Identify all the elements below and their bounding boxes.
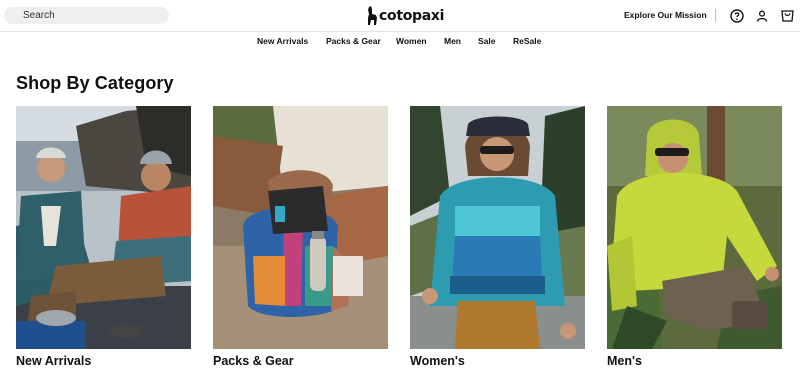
nav-packs-gear[interactable]: Packs & Gear — [326, 36, 381, 46]
help-button[interactable] — [729, 8, 745, 24]
cart-button[interactable] — [779, 8, 795, 24]
category-card-packs-gear[interactable]: Packs & Gear — [213, 106, 388, 368]
backpack-photo — [213, 106, 388, 349]
search-input[interactable] — [4, 7, 169, 24]
category-card-mens[interactable]: Men's — [607, 106, 782, 368]
llama-logo-icon — [368, 6, 377, 25]
category-card-womens[interactable]: Women's — [410, 106, 585, 368]
nav-men[interactable]: Men — [444, 36, 461, 46]
woman-fleece-photo — [410, 106, 585, 349]
divider — [715, 9, 716, 22]
category-label: Women's — [410, 354, 465, 368]
user-icon — [756, 10, 768, 22]
logo[interactable]: cotopaxi — [366, 5, 444, 27]
campfire-couple-photo — [16, 106, 191, 349]
header-divider — [0, 31, 800, 32]
help-circle-icon — [730, 9, 744, 23]
account-button[interactable] — [754, 8, 770, 24]
page-title: Shop By Category — [16, 73, 174, 93]
explore-mission-link[interactable]: Explore Our Mission — [624, 10, 707, 20]
nav-women[interactable]: Women — [396, 36, 427, 46]
category-label: Packs & Gear — [213, 354, 294, 368]
main-nav: New Arrivals Packs & Gear Women Men Sale… — [0, 36, 800, 48]
man-jacket-photo — [607, 106, 782, 349]
bag-icon — [780, 10, 794, 22]
category-label: Men's — [607, 354, 642, 368]
nav-sale[interactable]: Sale — [478, 36, 496, 46]
nav-new-arrivals[interactable]: New Arrivals — [257, 36, 308, 46]
category-card-new-arrivals[interactable]: New Arrivals — [16, 106, 191, 368]
top-bar: cotopaxi Explore Our Mission — [0, 0, 800, 31]
category-label: New Arrivals — [16, 354, 92, 368]
logo-text: cotopaxi — [379, 8, 445, 24]
nav-resale[interactable]: ReSale — [513, 36, 541, 46]
